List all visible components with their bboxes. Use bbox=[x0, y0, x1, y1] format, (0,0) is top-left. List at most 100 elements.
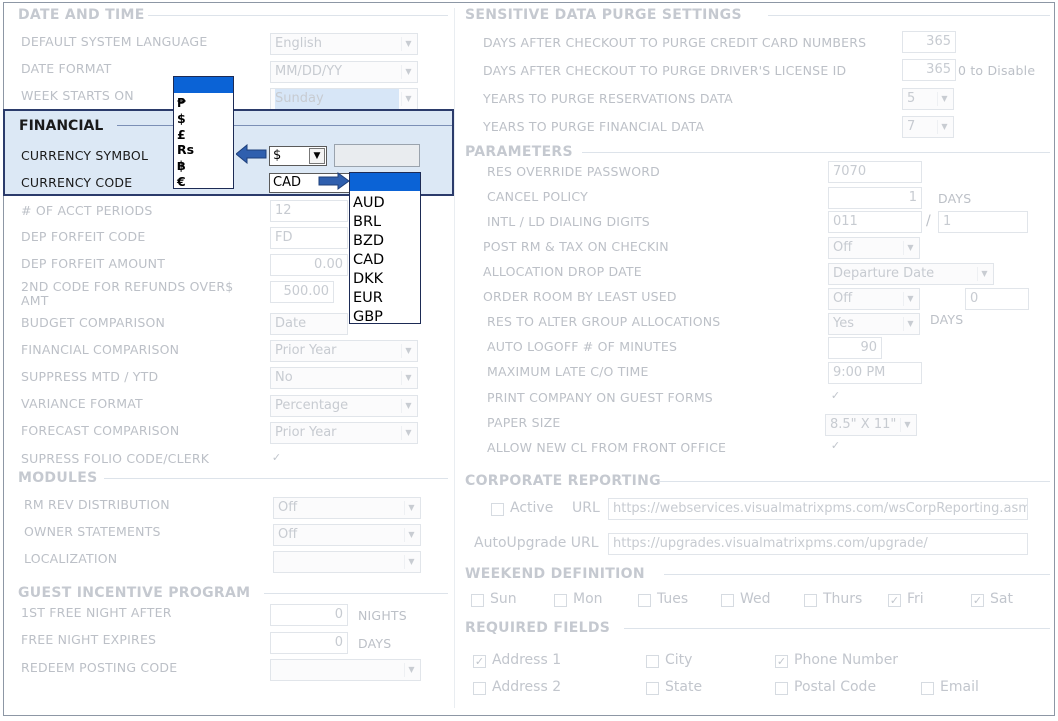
currency-code-dropdown[interactable]: AUD BRL BZD CAD DKK EUR GBP bbox=[349, 172, 421, 327]
localization-select[interactable]: ▼ bbox=[273, 551, 421, 573]
forecast-comparison-label: FORECAST COMPARISON bbox=[21, 423, 180, 438]
cancel-policy-label: CANCEL POLICY bbox=[487, 189, 588, 204]
currency-symbol-option[interactable]: Rs bbox=[177, 142, 233, 158]
required-field-checkbox[interactable] bbox=[473, 682, 486, 695]
autoupgrade-url-input[interactable]: https://upgrades.visualmatrixpms.com/upg… bbox=[608, 533, 1028, 555]
corporate-divider bbox=[660, 481, 1050, 482]
cancel-policy-input[interactable]: 1 bbox=[828, 187, 922, 209]
res-alter-select[interactable]: Yes ▼ bbox=[828, 313, 920, 335]
weekend-day-checkbox[interactable] bbox=[804, 594, 817, 607]
late-co-input[interactable]: 9:00 PM bbox=[828, 362, 922, 384]
free-night-expires-input[interactable]: 0 bbox=[270, 632, 348, 654]
weekend-day-checkbox[interactable]: ✓ bbox=[971, 594, 984, 607]
forecast-comparison-select[interactable]: Prior Year ▼ bbox=[270, 422, 418, 444]
required-field-label: State bbox=[665, 679, 703, 695]
dep-forfeit-code-label: DEP FORFEIT CODE bbox=[21, 229, 146, 244]
required-field-checkbox[interactable] bbox=[646, 655, 659, 668]
redeem-code-select[interactable]: ▼ bbox=[270, 659, 421, 681]
required-field-checkbox[interactable]: ✓ bbox=[473, 655, 486, 668]
dialing-ld-input[interactable]: 1 bbox=[938, 211, 1028, 233]
currency-code-option[interactable]: CAD bbox=[353, 251, 420, 270]
purge-reservations-select[interactable]: 5 ▼ bbox=[902, 88, 954, 110]
variance-format-select[interactable]: Percentage ▼ bbox=[270, 395, 418, 417]
allow-new-cl-checkbox[interactable]: ✓ bbox=[829, 440, 842, 453]
weekend-day-label: Sat bbox=[990, 591, 1013, 607]
currency-symbol-option[interactable]: $ bbox=[177, 111, 233, 127]
currency-code-option[interactable]: BRL bbox=[353, 213, 420, 232]
purge-drivers-license-input[interactable]: 365 bbox=[902, 59, 956, 81]
currency-code-option[interactable]: BZD bbox=[353, 232, 420, 251]
active-checkbox[interactable] bbox=[491, 503, 504, 516]
purge-financial-label: YEARS TO PURGE FINANCIAL DATA bbox=[483, 119, 705, 134]
order-room-value: Off bbox=[833, 291, 853, 306]
required-field-checkbox[interactable] bbox=[646, 682, 659, 695]
second-code-label: 2ND CODE FOR REFUNDS OVER$ AMT bbox=[21, 280, 233, 308]
required-field-checkbox[interactable] bbox=[921, 682, 934, 695]
currency-code-option[interactable]: GBP bbox=[353, 308, 420, 327]
allocation-drop-select[interactable]: Departure Date ▼ bbox=[828, 263, 994, 285]
currency-symbol-option[interactable]: ₱ bbox=[177, 95, 233, 111]
currency-code-option[interactable]: EUR bbox=[353, 289, 420, 308]
weekend-day-checkbox[interactable] bbox=[554, 594, 567, 607]
currency-symbol-dropdown[interactable]: ₱ $ £ Rs ฿ € bbox=[173, 76, 234, 189]
dep-forfeit-code-input[interactable]: FD bbox=[270, 227, 348, 249]
weekend-day-label: Wed bbox=[740, 591, 771, 607]
auto-logoff-input[interactable]: 90 bbox=[828, 337, 882, 359]
default-language-select[interactable]: English ▼ bbox=[270, 33, 418, 55]
order-room-extra-input[interactable]: 0 bbox=[965, 288, 1029, 310]
required-field-checkbox[interactable]: ✓ bbox=[775, 655, 788, 668]
res-override-input[interactable]: 7070 bbox=[828, 161, 922, 183]
dialing-label: INTL / LD DIALING DIGITS bbox=[487, 214, 650, 229]
weekend-day-label: Tues bbox=[657, 591, 689, 607]
owner-statements-value: Off bbox=[278, 527, 298, 542]
localization-label: LOCALIZATION bbox=[24, 551, 118, 566]
owner-statements-select[interactable]: Off ▼ bbox=[273, 524, 421, 546]
financial-comparison-select[interactable]: Prior Year ▼ bbox=[270, 340, 418, 362]
allocation-drop-value: Departure Date bbox=[833, 266, 935, 281]
date-format-select[interactable]: MM/DD/YY ▼ bbox=[270, 61, 418, 83]
weekend-title: WEEKEND DEFINITION bbox=[465, 566, 645, 582]
second-code-input[interactable]: 500.00 bbox=[270, 281, 334, 303]
purge-credit-card-label: DAYS AFTER CHECKOUT TO PURGE CREDIT CARD… bbox=[483, 35, 867, 50]
purge-financial-select[interactable]: 7 ▼ bbox=[902, 116, 954, 138]
weekend-day-checkbox[interactable] bbox=[721, 594, 734, 607]
chevron-down-icon: ▼ bbox=[401, 92, 415, 106]
order-room-select[interactable]: Off ▼ bbox=[828, 288, 920, 310]
dep-forfeit-amount-input[interactable]: 0.00 bbox=[270, 254, 348, 276]
modules-title: MODULES bbox=[18, 470, 98, 486]
supress-folio-checkbox[interactable]: ✓ bbox=[270, 452, 283, 465]
currency-symbol-option[interactable]: € bbox=[177, 174, 233, 190]
budget-comparison-select[interactable]: Date bbox=[270, 313, 348, 335]
currency-symbol-option[interactable]: £ bbox=[177, 127, 233, 143]
corporate-url-input[interactable]: https://webservices.visualmatrixpms.com/… bbox=[608, 498, 1028, 520]
chevron-down-icon: ▼ bbox=[977, 267, 991, 281]
suppress-mtd-value: No bbox=[275, 370, 293, 385]
budget-comparison-label: BUDGET COMPARISON bbox=[21, 315, 166, 330]
dropdown-selected-row[interactable] bbox=[350, 173, 420, 191]
acct-periods-input[interactable]: 12 bbox=[270, 200, 348, 222]
currency-code-option[interactable]: AUD bbox=[353, 194, 420, 213]
first-free-night-input[interactable]: 0 bbox=[270, 604, 348, 626]
currency-symbol-select[interactable]: $ ▼ bbox=[269, 146, 327, 166]
weekend-day-checkbox[interactable] bbox=[471, 594, 484, 607]
weekend-day-checkbox[interactable]: ✓ bbox=[888, 594, 901, 607]
dropdown-selected-row[interactable] bbox=[174, 77, 233, 93]
active-label: Active bbox=[510, 500, 554, 516]
column-divider bbox=[454, 8, 455, 708]
currency-code-option[interactable]: DKK bbox=[353, 270, 420, 289]
purge-credit-card-input[interactable]: 365 bbox=[902, 31, 956, 53]
res-alter-label: RES TO ALTER GROUP ALLOCATIONS bbox=[487, 314, 721, 329]
required-field-checkbox[interactable] bbox=[775, 682, 788, 695]
week-starts-select[interactable]: Sunday ▼ bbox=[270, 88, 418, 110]
dialing-intl-input[interactable]: 011 bbox=[828, 211, 922, 233]
allow-new-cl-label: ALLOW NEW CL FROM FRONT OFFICE bbox=[487, 440, 727, 455]
weekend-day-checkbox[interactable] bbox=[638, 594, 651, 607]
post-rm-tax-select[interactable]: Off ▼ bbox=[828, 237, 920, 259]
currency-code-label: CURRENCY CODE bbox=[21, 175, 133, 190]
currency-symbol-option[interactable]: ฿ bbox=[177, 158, 233, 174]
res-alter-value: Yes bbox=[833, 316, 854, 331]
rm-rev-select[interactable]: Off ▼ bbox=[273, 497, 421, 519]
print-company-checkbox[interactable]: ✓ bbox=[829, 390, 842, 403]
suppress-mtd-select[interactable]: No ▼ bbox=[270, 367, 418, 389]
paper-size-select[interactable]: 8.5" X 11" ▼ bbox=[825, 414, 917, 436]
